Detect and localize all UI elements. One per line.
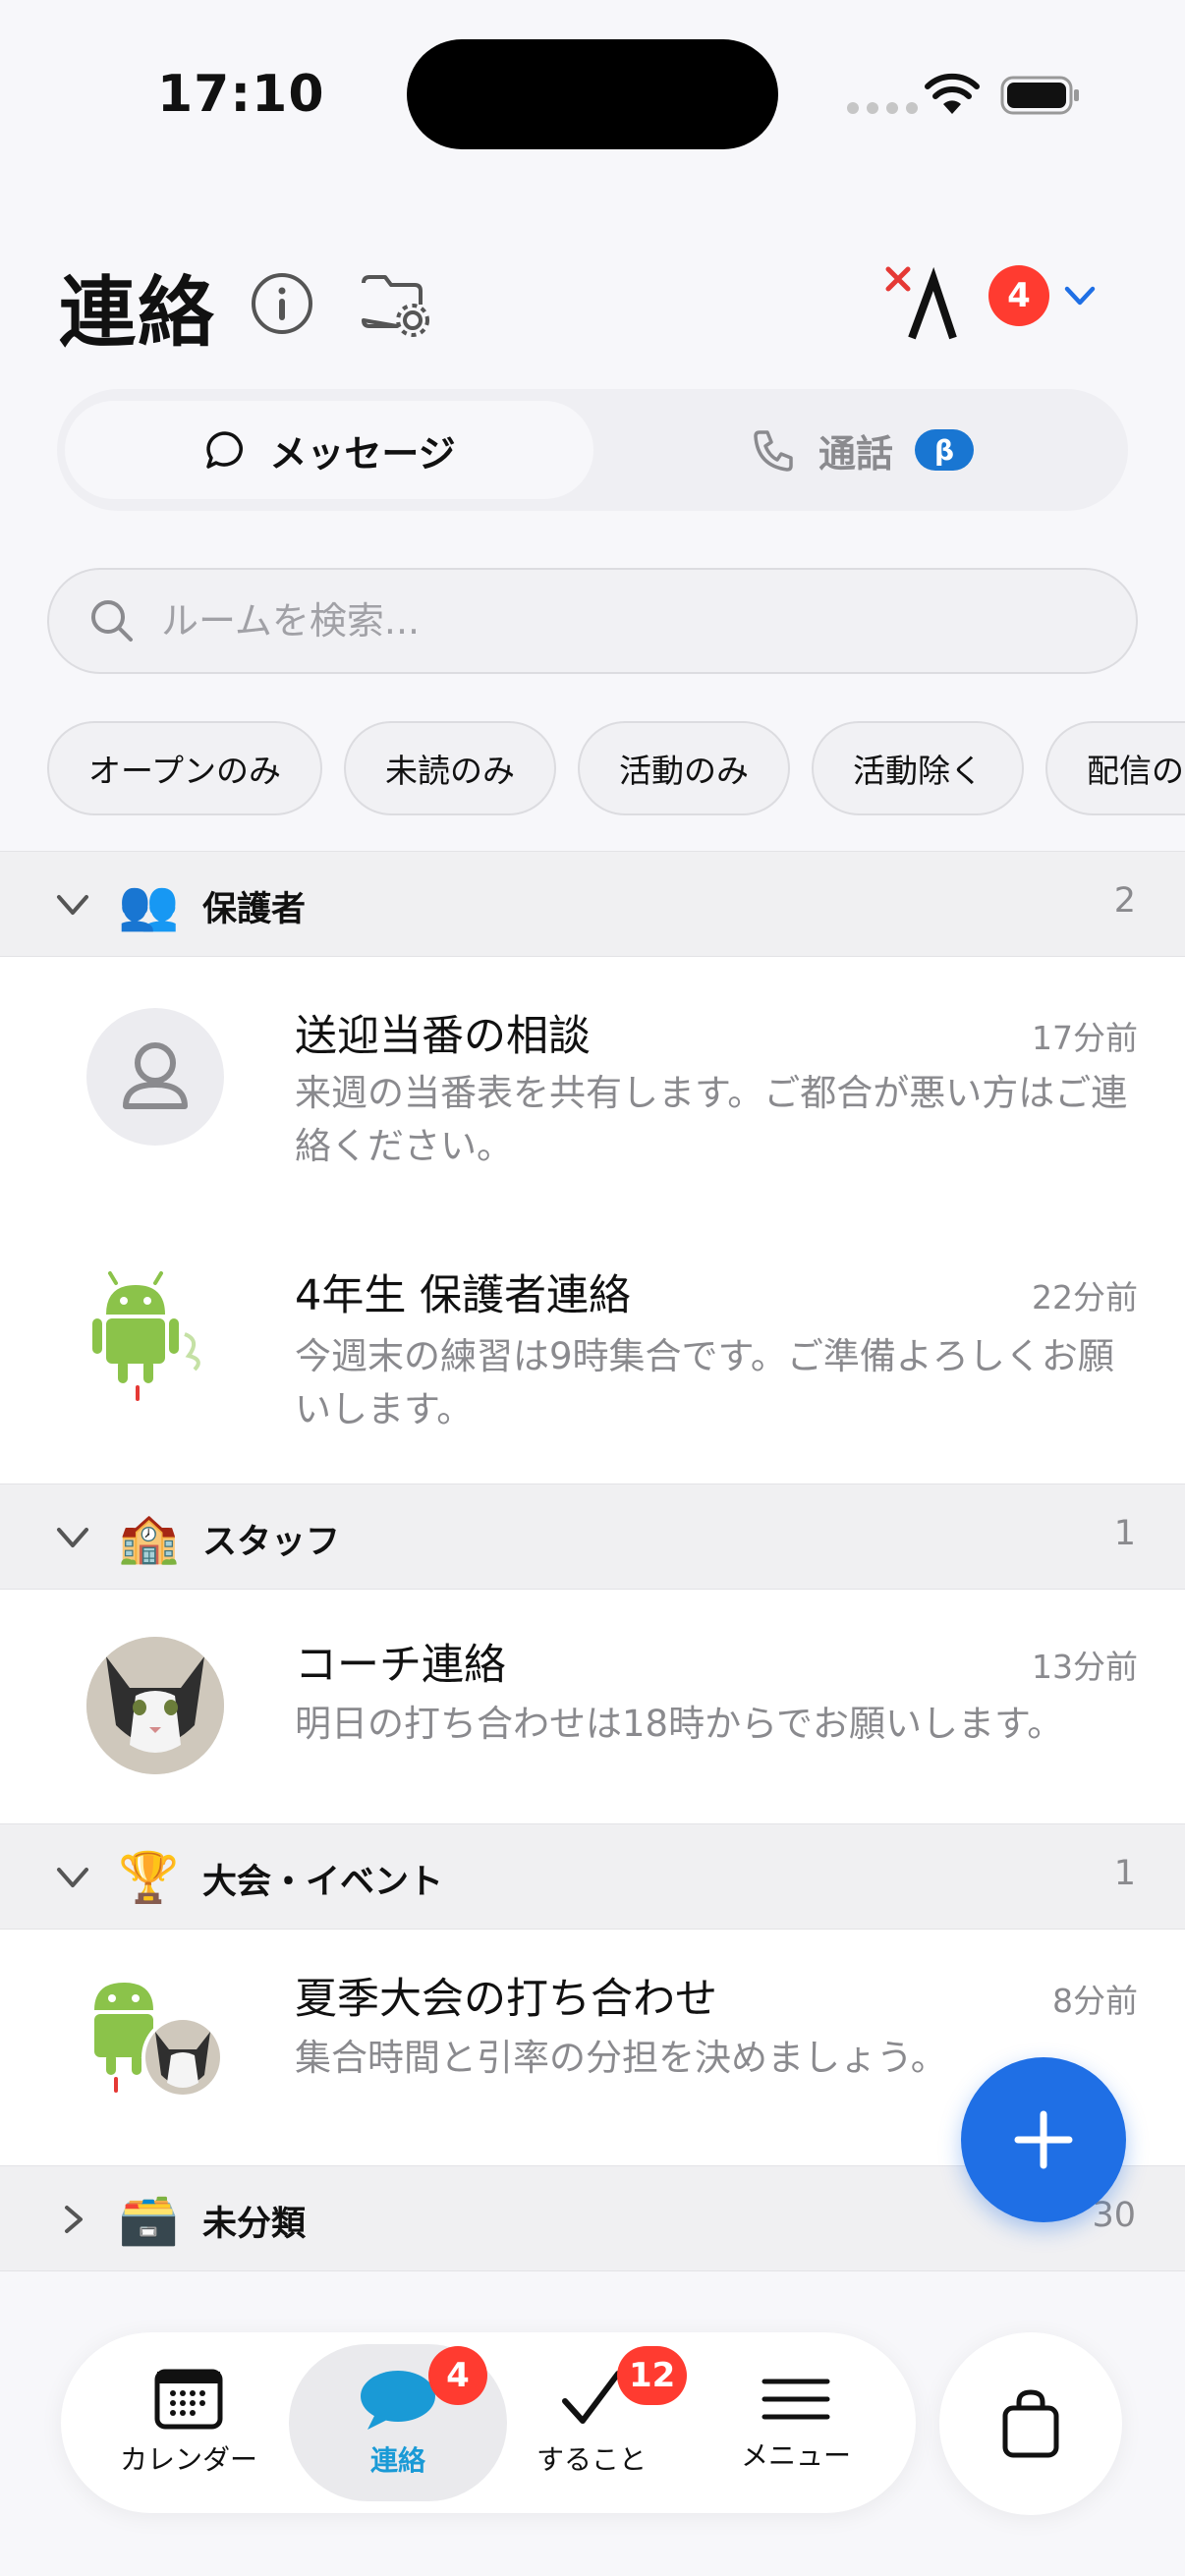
calendar-icon: [154, 2369, 223, 2430]
plus-icon: [1014, 2110, 1073, 2169]
room-preview: 来週の当番表を共有します。ご都合が悪い方はご連絡ください。: [295, 1072, 1128, 1167]
folder-settings-icon[interactable]: [358, 269, 432, 338]
filter-chips: オープンのみ未読のみ活動のみ活動除く配信のみ: [47, 721, 1185, 815]
hamburger-menu-icon: [762, 2379, 830, 2420]
filter-chip-active[interactable]: 活動のみ: [578, 721, 791, 815]
info-icon[interactable]: [250, 271, 314, 336]
tab-messages[interactable]: メッセージ: [65, 401, 593, 499]
tab-messages-label: メッセージ: [269, 431, 456, 476]
checkmark-icon: [562, 2371, 621, 2424]
room-row[interactable]: 4年生 保護者連絡 22分前 今週末の練習は9時集合です。ご準備よろしくお願いし…: [0, 1222, 1185, 1484]
chat-bubble-icon: [361, 2371, 435, 2430]
trophy-emoji-icon: 🏆: [118, 1849, 180, 1906]
room-row[interactable]: コーチ連絡 13分前 明日の打ち合わせは18時からでお願いします。: [0, 1590, 1185, 1823]
room-time: 17分前: [1032, 1019, 1138, 1057]
room-title: コーチ連絡: [295, 1641, 506, 1690]
section-count: 2: [1113, 881, 1136, 921]
room-row[interactable]: 送迎当番の相談 17分前 来週の当番表を共有します。ご都合が悪い方はご連絡くださ…: [0, 957, 1185, 1222]
filter-chip-exclude-active[interactable]: 活動除く: [812, 721, 1025, 815]
section-count: 1: [1113, 1854, 1136, 1893]
chat-bubble-icon: [206, 431, 244, 469]
room-time: 22分前: [1032, 1278, 1138, 1316]
tab-calendar-label: カレンダー: [119, 2443, 257, 2476]
chevron-down-icon: [57, 1868, 88, 1887]
shopping-bag-icon: [1002, 2389, 1059, 2458]
cellular-signal-icon: [847, 102, 918, 114]
section-title: 未分類: [202, 2205, 307, 2244]
tab-contact-badge: 4: [428, 2346, 487, 2405]
room-title: 送迎当番の相談: [295, 1012, 591, 1061]
tab-calls[interactable]: 通話 β: [603, 401, 1120, 499]
filter-chip-open[interactable]: オープンのみ: [47, 721, 323, 815]
chevron-down-icon[interactable]: [1061, 281, 1099, 310]
section-title: スタッフ: [202, 1523, 341, 1562]
room-preview: 今週末の練習は9時集合です。ご準備よろしくお願いします。: [295, 1335, 1114, 1430]
bottom-tab-bar: カレンダー 連絡 4 すること 12 メニュー: [61, 2332, 916, 2513]
chevron-down-icon: [57, 1528, 88, 1547]
room-title: 4年生 保護者連絡: [295, 1271, 632, 1320]
section-header-parents[interactable]: 👥 保護者 2: [0, 851, 1185, 957]
group-avatar-icon: [86, 1969, 224, 2106]
filter-chip-broadcast[interactable]: 配信のみ: [1045, 721, 1185, 815]
tab-todo-badge: 12: [617, 2346, 688, 2405]
search-bar[interactable]: [47, 568, 1138, 674]
section-title: 大会・イベント: [202, 1863, 444, 1902]
room-title: 夏季大会の打ち合わせ: [295, 1975, 717, 2024]
beta-badge: β: [915, 429, 974, 471]
dynamic-island: [407, 39, 778, 149]
tab-contact-label: 連絡: [369, 2444, 425, 2477]
phone-icon: [754, 430, 793, 472]
tab-menu[interactable]: メニュー: [707, 2332, 884, 2513]
android-avatar-icon: [86, 1265, 224, 1403]
segment-control: メッセージ 通話 β: [57, 389, 1128, 511]
tab-calendar[interactable]: カレンダー: [100, 2332, 277, 2513]
section-title: 保護者: [202, 890, 307, 929]
shopping-bag-button[interactable]: [939, 2332, 1122, 2515]
section-count: 1: [1113, 1514, 1136, 1553]
search-input[interactable]: [161, 599, 1045, 643]
header-unread-badge[interactable]: 4: [988, 265, 1049, 326]
chevron-right-icon: [65, 2206, 83, 2233]
default-avatar-icon: [86, 1008, 224, 1146]
room-preview: 明日の打ち合わせは18時からでお願いします。: [295, 1703, 1064, 1745]
search-icon: [91, 600, 133, 642]
new-room-button[interactable]: [961, 2057, 1126, 2222]
parents-emoji-icon: 👥: [118, 876, 180, 933]
tab-calls-label: 通話: [818, 431, 893, 476]
battery-icon: [1000, 76, 1079, 115]
wifi-icon: [925, 73, 980, 114]
section-header-events[interactable]: 🏆 大会・イベント 1: [0, 1823, 1185, 1930]
room-time: 8分前: [1052, 1982, 1138, 2020]
status-bar: 17:10: [0, 0, 1185, 196]
status-time: 17:10: [157, 65, 325, 124]
header: 連絡 4: [0, 226, 1185, 373]
cat-avatar-icon: [86, 1637, 224, 1774]
card-box-emoji-icon: 🗃️: [118, 2191, 180, 2248]
section-count: 30: [1092, 2196, 1136, 2235]
page-title: 連絡: [59, 269, 217, 358]
filter-chip-unread[interactable]: 未読のみ: [344, 721, 557, 815]
room-time: 13分前: [1032, 1648, 1138, 1686]
brand-logo-icon[interactable]: [884, 263, 975, 342]
school-emoji-icon: 🏫: [118, 1509, 180, 1566]
section-header-staff[interactable]: 🏫 スタッフ 1: [0, 1484, 1185, 1590]
tab-menu-label: メニュー: [740, 2439, 851, 2472]
tab-todo-label: すること: [536, 2443, 647, 2476]
chevron-down-icon: [57, 895, 88, 915]
